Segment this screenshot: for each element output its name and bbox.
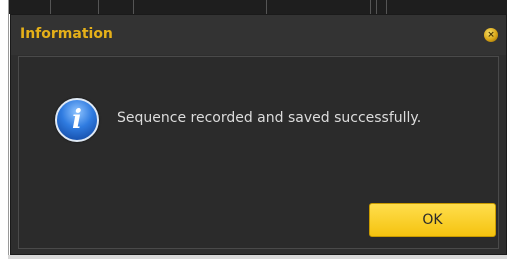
background-divider <box>50 0 51 14</box>
info-icon-glyph: i <box>72 105 82 135</box>
dialog-titlebar[interactable]: Information × <box>11 15 506 55</box>
background-divider <box>386 0 387 14</box>
background-divider <box>98 0 99 14</box>
background-divider <box>370 0 371 14</box>
background-footer <box>8 255 507 259</box>
background-divider <box>266 0 267 14</box>
dialog-content: i Sequence recorded and saved successful… <box>18 56 499 249</box>
background-divider <box>376 0 377 14</box>
information-dialog: Information × i Sequence recorded and sa… <box>10 14 507 255</box>
background-border <box>8 0 9 259</box>
close-icon: × <box>487 30 495 40</box>
info-icon: i <box>55 98 99 142</box>
background-toolbar-strip <box>8 0 507 14</box>
dialog-message: Sequence recorded and saved successfully… <box>117 110 422 126</box>
ok-button[interactable]: OK <box>369 203 496 237</box>
background-divider <box>133 0 134 14</box>
close-button[interactable]: × <box>484 28 498 42</box>
dialog-title: Information <box>20 26 113 42</box>
